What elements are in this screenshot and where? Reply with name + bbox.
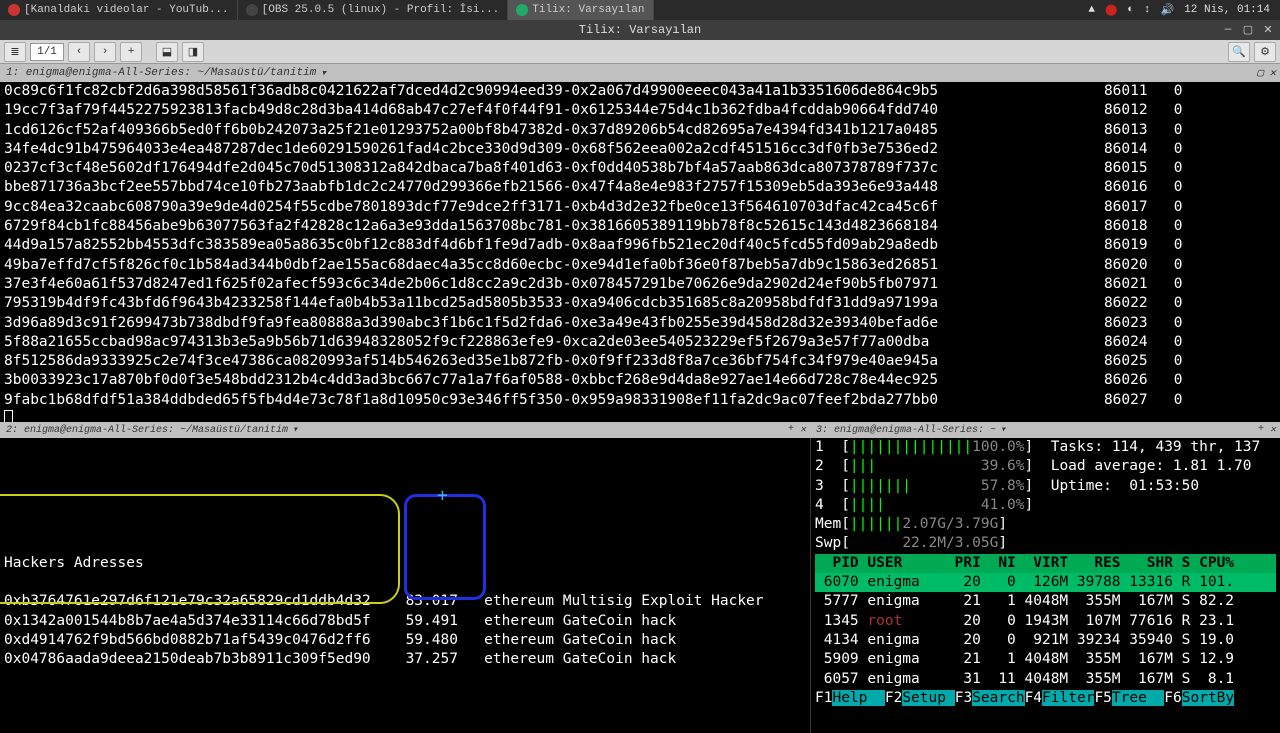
tilix-toolbar: ≣ 1/1 ‹ › + ⬓ ◨ 🔍 ⚙ — [0, 40, 1280, 64]
taskbar-item[interactable]: [Kanaldaki videolar - YouTub... — [0, 0, 238, 20]
close-pane-button[interactable]: ✕ — [800, 424, 806, 436]
terminal-top[interactable]: 0c89c6f1fc82cbf2d6a398d58561f36adb8c0421… — [0, 82, 1280, 422]
maximize-pane-button[interactable]: ▢ — [1257, 66, 1264, 80]
system-tray: ▲ ⬤ ◐ ↕ 🔊 12 Nis, 01:14 — [1088, 3, 1280, 17]
maximize-button[interactable]: ▢ — [1240, 23, 1256, 37]
terminal-bottom-left[interactable]: + Hackers Adresses0xb3764761e297d6f121e7… — [0, 438, 810, 733]
search-button[interactable]: 🔍 — [1228, 42, 1250, 62]
window-title: Tilix: Varsayılan — [579, 23, 701, 37]
desktop-panel: [Kanaldaki videolar - YouTub... [OBS 25.… — [0, 0, 1280, 20]
close-button[interactable]: ✕ — [1260, 23, 1276, 37]
sidebar-toggle-button[interactable]: ≣ — [4, 42, 26, 62]
close-pane-button[interactable]: ✕ — [1270, 424, 1276, 436]
chevron-down-icon[interactable]: ▾ — [292, 424, 298, 436]
taskbar-item[interactable]: [OBS 25.0.5 (linux) - Profil: İsi... — [238, 0, 509, 20]
terminal-tab-bar: 3: enigma@enigma-All-Series: ~▾ + ✕ — [810, 422, 1280, 438]
split-right-button[interactable]: ◨ — [182, 42, 204, 62]
terminal-tab[interactable]: 2: enigma@enigma-All-Series: ~/Masaüstü/… — [0, 424, 304, 436]
minimize-button[interactable]: — — [1220, 23, 1236, 37]
add-pane-button[interactable]: + — [1258, 424, 1264, 436]
volume-icon[interactable]: 🔊 — [1160, 3, 1174, 17]
record-icon[interactable]: ⬤ — [1105, 3, 1117, 17]
chevron-down-icon[interactable]: ▾ — [1000, 424, 1006, 436]
terminal-tab[interactable]: 3: enigma@enigma-All-Series: ~▾ — [810, 424, 1012, 436]
add-button[interactable]: + — [120, 42, 142, 62]
prev-button[interactable]: ‹ — [68, 42, 90, 62]
taskbar-item[interactable]: Tilix: Varsayılan — [508, 0, 653, 20]
terminal-tab-bar: 1: enigma@enigma-All-Series: ~/Masaüstü/… — [0, 64, 1280, 82]
close-pane-button[interactable]: ✕ — [1269, 66, 1276, 80]
window-titlebar: Tilix: Varsayılan — ▢ ✕ — [0, 20, 1280, 40]
terminal-tab[interactable]: 1: enigma@enigma-All-Series: ~/Masaüstü/… — [0, 66, 333, 80]
network-icon[interactable]: ↕ — [1144, 4, 1151, 16]
session-pager[interactable]: 1/1 — [30, 43, 64, 61]
clock[interactable]: 12 Nis, 01:14 — [1184, 4, 1270, 16]
terminal-bottom-right[interactable]: 1 [||||||||||||||100.0%] Tasks: 114, 439… — [810, 438, 1280, 733]
next-button[interactable]: › — [94, 42, 116, 62]
add-pane-button[interactable]: + — [788, 424, 794, 436]
settings-button[interactable]: ⚙ — [1254, 42, 1276, 62]
tray-icon[interactable]: ▲ — [1088, 4, 1095, 16]
terminal-tab-bar: 2: enigma@enigma-All-Series: ~/Masaüstü/… — [0, 422, 810, 438]
user-icon[interactable]: ◐ — [1127, 4, 1134, 16]
chevron-down-icon[interactable]: ▾ — [320, 66, 327, 80]
split-down-button[interactable]: ⬓ — [156, 42, 178, 62]
